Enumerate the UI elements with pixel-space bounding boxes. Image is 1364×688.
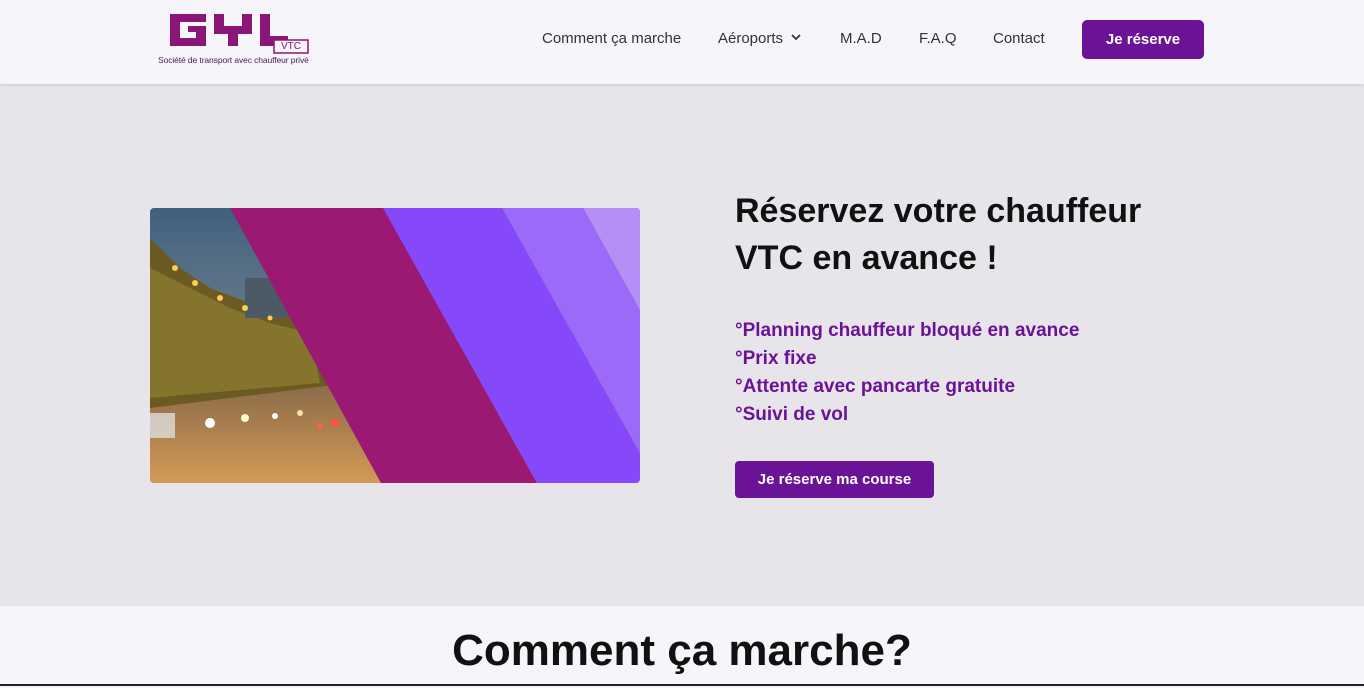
hero-title: Réservez votre chauffeur VTC en avance !: [735, 188, 1141, 282]
nav-item-contact[interactable]: Contact: [993, 30, 1045, 47]
reserve-button[interactable]: Je réserve: [1082, 20, 1204, 59]
nav-item-mad[interactable]: M.A.D: [840, 30, 882, 47]
nav-item-comment-ca-marche[interactable]: Comment ça marche: [542, 30, 681, 47]
hero-section: Réservez votre chauffeur VTC en avance !…: [0, 84, 1364, 606]
hero-image: [150, 208, 640, 483]
nav-item-faq[interactable]: F.A.Q: [919, 30, 957, 47]
how-it-works-section: Comment ça marche?: [0, 606, 1364, 688]
feature-list: °Planning chauffeur bloqué en avance °Pr…: [735, 317, 1079, 429]
logo-badge: VTC: [281, 41, 301, 52]
hero-title-line1: Réservez votre chauffeur: [735, 192, 1142, 230]
section-title: Comment ça marche?: [452, 626, 912, 675]
logo[interactable]: VTC Société de transport avec chauffeur …: [158, 10, 313, 68]
feature-item: °Suivi de vol: [735, 404, 849, 425]
logo-tagline: Société de transport avec chauffeur priv…: [158, 55, 309, 65]
hero-title-line2: VTC en avance !: [735, 239, 998, 277]
feature-item: °Planning chauffeur bloqué en avance: [735, 320, 1080, 341]
nav-item-label: Aéroports: [718, 30, 784, 47]
site-header: VTC Société de transport avec chauffeur …: [0, 0, 1364, 84]
nav-item-aeroports[interactable]: Aéroports: [718, 30, 801, 47]
chevron-down-icon: [791, 34, 801, 41]
divider: [0, 684, 1364, 686]
feature-item: °Attente avec pancarte gratuite: [735, 376, 1016, 397]
feature-item: °Prix fixe: [735, 348, 817, 369]
reserve-course-button[interactable]: Je réserve ma course: [735, 461, 934, 498]
